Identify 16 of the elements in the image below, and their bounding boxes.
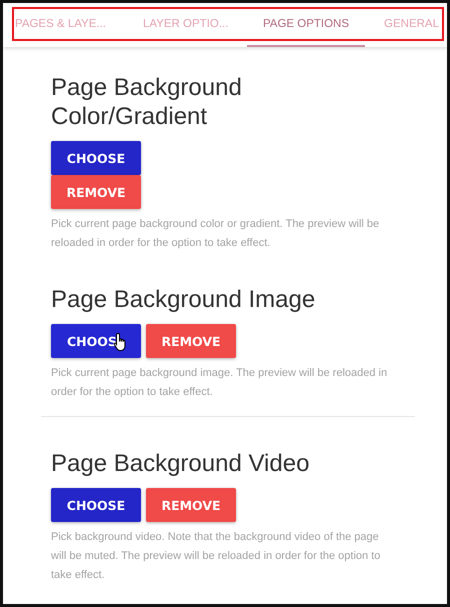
remove-button[interactable]: REMOVE [146,488,236,522]
choose-button[interactable]: CHOOSE [51,488,141,522]
option-description: Pick background video. Note that the background video of the page will be muted. The preview will be reloaded in order for the option to take effect. [51,530,382,583]
tab[interactable]: PAGES & LAYE... [15,3,133,47]
tab[interactable]: PAGE OPTIONS [247,3,365,47]
choose-button[interactable]: CHOOSE [51,141,141,175]
tab[interactable]: GENERAL [365,3,439,47]
option-description: Pick current page background image. The preview will be reloaded in order for the option to take effect. [51,366,388,400]
tab[interactable]: LAYER OPTIO... [133,3,247,47]
section-title: Page Background Color/Gradient [51,73,243,131]
section-title: Page Background Image [51,285,316,314]
remove-button[interactable]: REMOVE [146,324,236,358]
choose-button[interactable]: CHOOS [51,324,141,358]
remove-button[interactable]: REMOVE [51,175,141,209]
section-title: Page Background Video [51,449,310,478]
option-description: Pick current page background color or gradient. The preview will be reloaded in order for the option to take effect. [51,217,380,251]
